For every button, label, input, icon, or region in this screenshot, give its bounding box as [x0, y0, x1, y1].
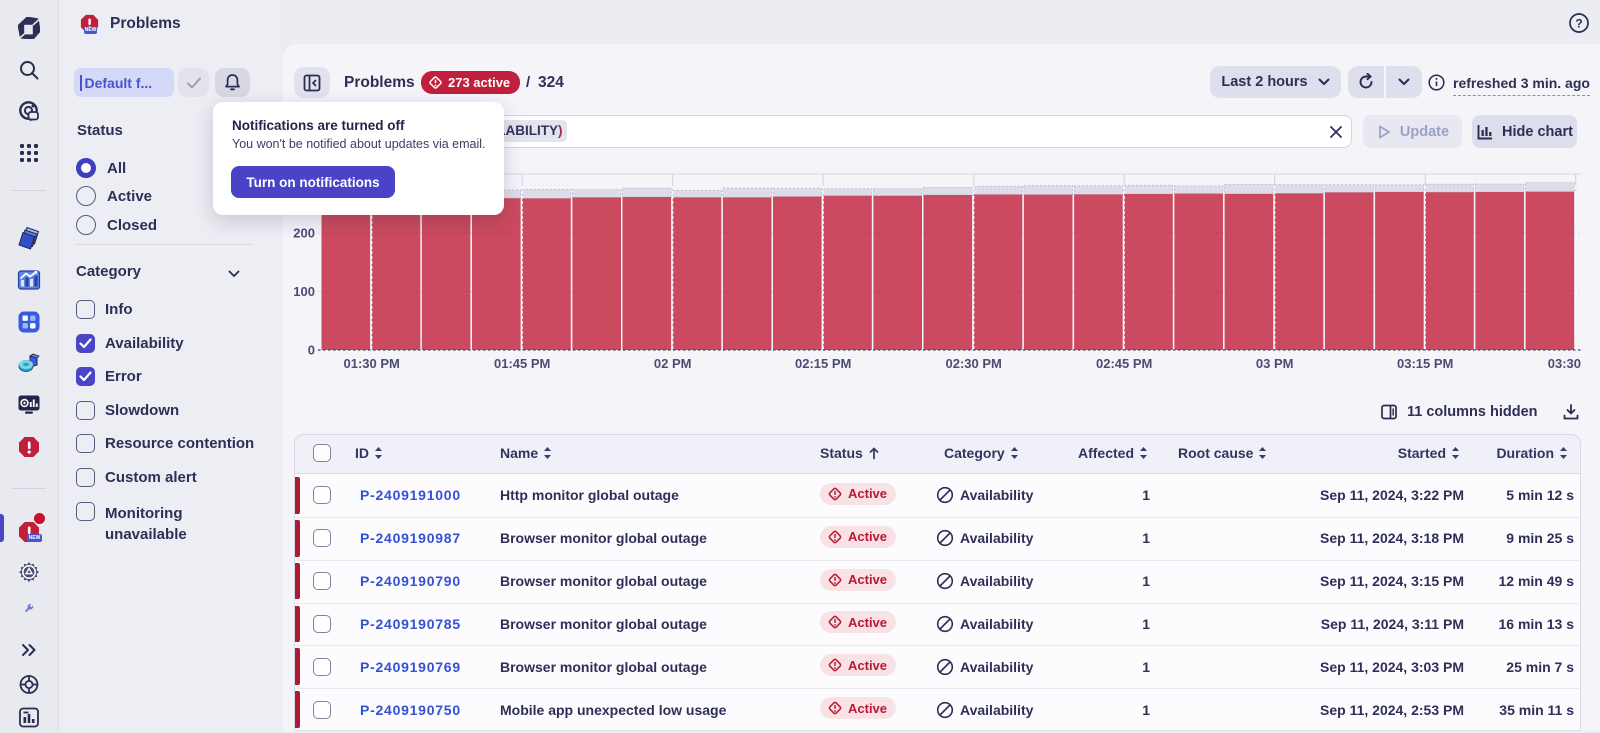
- svg-text:200: 200: [293, 226, 315, 241]
- svg-text:02:30 PM: 02:30 PM: [946, 356, 1002, 371]
- svg-text:03:15 PM: 03:15 PM: [1397, 356, 1453, 371]
- svg-text:03:30: 03:30: [1548, 356, 1581, 371]
- svg-text:01:45 PM: 01:45 PM: [494, 356, 550, 371]
- svg-text:0: 0: [308, 343, 315, 358]
- svg-text:02:15 PM: 02:15 PM: [795, 356, 851, 371]
- svg-text:03 PM: 03 PM: [1256, 356, 1294, 371]
- svg-text:02 PM: 02 PM: [654, 356, 692, 371]
- svg-text:100: 100: [293, 284, 315, 299]
- svg-text:01:30 PM: 01:30 PM: [344, 356, 400, 371]
- svg-text:02:45 PM: 02:45 PM: [1096, 356, 1152, 371]
